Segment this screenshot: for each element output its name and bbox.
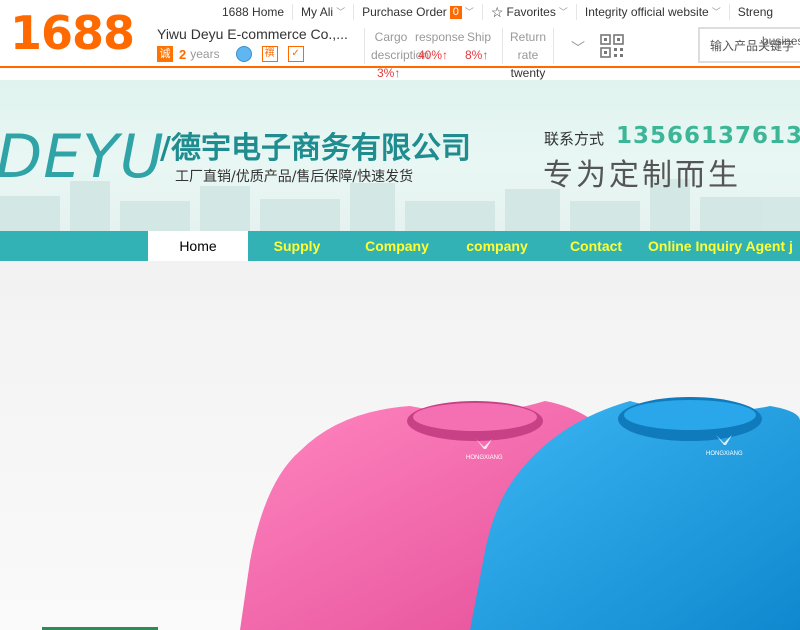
tab-company[interactable]: Company xyxy=(346,231,448,261)
tab-contact[interactable]: Contact xyxy=(546,231,646,261)
qr-code-icon[interactable] xyxy=(600,34,624,58)
company-tagline: 工厂直销/优质产品/售后保障/快速发货 xyxy=(175,169,414,185)
chevron-down-icon: ﹀ xyxy=(464,7,474,17)
certificate-icon: ✓ xyxy=(287,46,304,62)
star-icon: ☆ xyxy=(490,4,504,20)
chevron-down-icon: ﹀ xyxy=(558,7,568,17)
nav-purchase-order-label: Purchase Order xyxy=(362,5,447,19)
nav-favorites[interactable]: ☆ Favorites ﹀ xyxy=(481,4,576,20)
top-bar: 1688 Yiwu Deyu E-commerce Co.,... 诚 2 ye… xyxy=(0,0,800,98)
company-cn-name: /德宇电子商务有限公司 xyxy=(160,130,471,168)
stat-cargo: Cargo description xyxy=(371,28,430,64)
tab-supply[interactable]: Supply xyxy=(248,231,346,261)
nav-integrity[interactable]: Integrity official website ﹀ xyxy=(575,4,729,20)
nav-favorites-label: Favorites xyxy=(506,5,556,19)
nav-1688-home-label: 1688 Home xyxy=(222,5,285,19)
divider xyxy=(553,28,554,64)
chevron-down-icon: ﹀ xyxy=(336,7,346,17)
contact-phone: 13566137613 xyxy=(616,123,800,149)
nav-streng-label: Streng xyxy=(737,5,774,19)
nav-purchase-order[interactable]: Purchase Order 0 ﹀ xyxy=(353,4,482,20)
nav-streng[interactable]: Streng xyxy=(728,4,781,20)
divider xyxy=(502,28,503,64)
nav-my-ali-label: My Ali xyxy=(301,5,334,19)
stat-cargo-label: Cargo description xyxy=(371,30,430,62)
integrity-badge-icon: 诚 xyxy=(157,46,173,62)
stat-ship-value: 8%↑ xyxy=(465,48,489,62)
stat-response-label: response xyxy=(415,30,465,44)
brand-logo: DEYU xyxy=(0,122,165,192)
wangwang-chat-icon[interactable] xyxy=(235,46,252,62)
tshirts-image: HONGXIANG HONGXIANG xyxy=(240,397,800,630)
brand-slash: / xyxy=(160,131,171,166)
header-divider xyxy=(0,66,800,68)
hero-banner[interactable]: HONGXIANG HONGXIANG xyxy=(0,261,800,630)
nav-my-ali[interactable]: My Ali ﹀ xyxy=(292,4,353,20)
purchase-count-badge: 0 xyxy=(449,5,462,19)
years-count: 2 xyxy=(179,46,187,62)
shop-nav: Home Supply Company company Contact Onli… xyxy=(0,231,800,261)
company-meta: 诚 2 years 襈 ✓ xyxy=(157,46,304,62)
company-cn-text: 德宇电子商务有限公司 xyxy=(170,131,471,166)
tab-home[interactable]: Home xyxy=(148,231,248,261)
blue-shirt-brand: HONGXIANG xyxy=(706,451,743,457)
chevron-down-icon[interactable]: ﹀ xyxy=(571,38,585,58)
stat-return-label: Return rate xyxy=(509,30,547,62)
chevron-down-icon: ﹀ xyxy=(711,7,721,17)
tab-company-info[interactable]: company xyxy=(448,231,546,261)
nav-integrity-label: Integrity official website xyxy=(584,5,709,19)
top-nav: 1688 Home My Ali ﹀ Purchase Order 0 ﹀ ☆ Favo… xyxy=(214,4,781,20)
banner-slogan: 专为定制而生 xyxy=(543,158,741,193)
divider xyxy=(364,28,365,64)
company-name[interactable]: Yiwu Deyu E-commerce Co.,... xyxy=(157,26,357,42)
contact-label: 联系方式 xyxy=(544,130,605,148)
stat-response-value: 40%↑ xyxy=(418,48,449,62)
shop-banner: DEYU /德宇电子商务有限公司 工厂直销/优质产品/售后保障/快速发货 联系方… xyxy=(0,80,800,231)
tab-online-inquiry[interactable]: Online Inquiry Agent j xyxy=(648,231,800,261)
stat-ship-label: Ship xyxy=(467,30,492,44)
guarantee-badge-icon: 襈 xyxy=(261,46,278,62)
nav-1688-home[interactable]: 1688 Home xyxy=(214,4,292,20)
pink-shirt-brand: HONGXIANG xyxy=(466,455,503,461)
years-label: years xyxy=(190,47,220,61)
business-tab[interactable]: busines xyxy=(762,34,800,48)
site-logo[interactable]: 1688 xyxy=(10,8,135,58)
